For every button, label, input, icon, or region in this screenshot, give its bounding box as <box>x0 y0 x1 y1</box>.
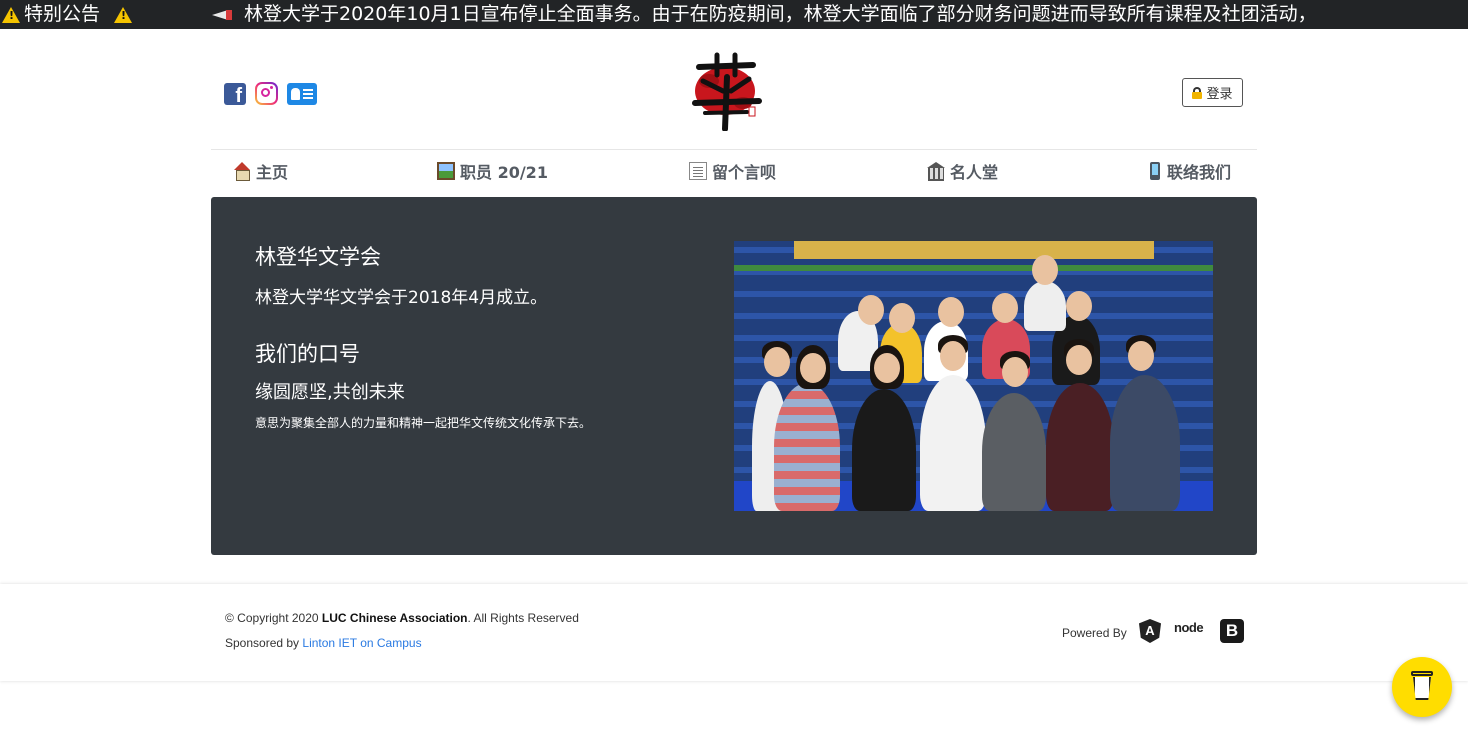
photo-person-head <box>858 295 884 325</box>
announcement-message-text: 林登大学于2020年10月1日宣布停止全面事务。由于在防疫期间，林登大学面临了部… <box>244 3 1317 25</box>
coffee-cup-icon <box>1411 671 1433 701</box>
sponsored-prefix: Sponsored by <box>225 636 303 650</box>
photo-icon <box>437 162 455 180</box>
main-nav: 主页 职员 20/21 留个言呗 名人堂 联络我们 <box>211 149 1257 197</box>
site-footer: © Copyright 2020 LUC Chinese Association… <box>0 584 1468 681</box>
classical-building-icon <box>927 162 945 181</box>
photo-person <box>1046 383 1114 511</box>
motto-text: 缘圆愿坚,共创未来 <box>255 382 405 403</box>
megaphone-icon <box>212 7 234 23</box>
nav-item-label: 职员 20/21 <box>460 163 548 182</box>
photo-person <box>982 393 1046 511</box>
powered-by-label: Powered By <box>1062 626 1127 640</box>
nav-item-contact[interactable]: 联络我们 <box>1148 160 1231 182</box>
copyright-text: © Copyright 2020 LUC Chinese Association… <box>225 611 579 625</box>
photo-person-head <box>889 303 915 333</box>
photo-person-head <box>1128 341 1154 371</box>
login-button[interactable]: 登录 <box>1182 78 1243 107</box>
photo-turf-strip <box>734 265 1213 271</box>
copyright-suffix: . All Rights Reserved <box>467 611 579 625</box>
photo-person <box>1024 281 1066 331</box>
angular-icon: A <box>1139 619 1161 643</box>
nav-item-label: 联络我们 <box>1167 163 1232 182</box>
warning-icon <box>114 6 133 23</box>
group-photo <box>734 241 1213 511</box>
warning-icon <box>2 6 20 23</box>
photo-person-head <box>874 353 900 383</box>
photo-person-head <box>1066 291 1092 321</box>
motto-description: 意思为聚集全部人的力量和精神一起把华文传统文化传承下去。 <box>255 416 592 430</box>
photo-person-head <box>1066 345 1092 375</box>
announcement-label-text: 特别公告 <box>24 3 101 25</box>
photo-back-wall <box>794 241 1154 259</box>
login-label: 登录 <box>1206 87 1233 102</box>
org-name: LUC Chinese Association <box>321 611 468 625</box>
facebook-icon[interactable] <box>224 82 246 108</box>
nav-item-guestbook[interactable]: 留个言呗 <box>689 160 776 182</box>
nav-item-label: 名人堂 <box>950 163 999 182</box>
sponsor-link[interactable]: Linton IET on Campus <box>302 636 421 650</box>
social-links <box>224 82 317 108</box>
association-logo[interactable] <box>683 51 773 131</box>
announcement-label: 特别公告 <box>2 0 133 29</box>
announcement-bar: 特别公告 林登大学于2020年10月1日宣布停止全面事务。由于在防疫期间，林登大… <box>0 0 1468 29</box>
nav-item-label: 留个言呗 <box>712 163 777 182</box>
instagram-icon[interactable] <box>255 82 278 105</box>
hero-intro: 林登大学华文学会于2018年4月成立。 <box>255 288 548 308</box>
hero-section: 林登华文学会 林登大学华文学会于2018年4月成立。 我们的口号 缘圆愿坚,共创… <box>211 197 1257 555</box>
announcement-message: 林登大学于2020年10月1日宣布停止全面事务。由于在防疫期间，林登大学面临了部… <box>212 0 1317 29</box>
photo-person-head <box>800 353 826 383</box>
photo-person-head <box>938 297 964 327</box>
nav-item-staff[interactable]: 职员 20/21 <box>437 160 548 182</box>
nodejs-icon: node <box>1174 620 1204 635</box>
photo-person-head <box>764 347 790 377</box>
hero-title: 林登华文学会 <box>255 245 381 269</box>
contact-card-icon[interactable] <box>287 82 317 105</box>
motto-heading: 我们的口号 <box>255 342 360 366</box>
photo-person <box>1110 375 1180 511</box>
home-icon <box>233 162 251 181</box>
sponsor-text: Sponsored by Linton IET on Campus <box>225 636 422 650</box>
nav-item-hall-of-fame[interactable]: 名人堂 <box>927 160 998 182</box>
photo-person-head <box>940 341 966 371</box>
nav-item-label: 主页 <box>256 163 289 182</box>
memo-icon <box>689 162 707 180</box>
mobile-phone-icon <box>1148 162 1162 180</box>
photo-person-head <box>1032 255 1058 285</box>
photo-person <box>852 389 916 511</box>
nav-item-home[interactable]: 主页 <box>233 160 288 182</box>
bootstrap-icon: B <box>1220 619 1244 643</box>
photo-person <box>920 375 986 511</box>
photo-person <box>774 383 840 511</box>
seal-stamp-icon <box>748 106 756 117</box>
copyright-prefix: © Copyright 2020 <box>225 611 322 625</box>
photo-person-head <box>1002 357 1028 387</box>
lock-icon <box>1192 86 1203 99</box>
site-header: 登录 <box>211 45 1257 149</box>
buy-me-a-coffee-button[interactable] <box>1392 657 1452 717</box>
photo-person-head <box>992 293 1018 323</box>
